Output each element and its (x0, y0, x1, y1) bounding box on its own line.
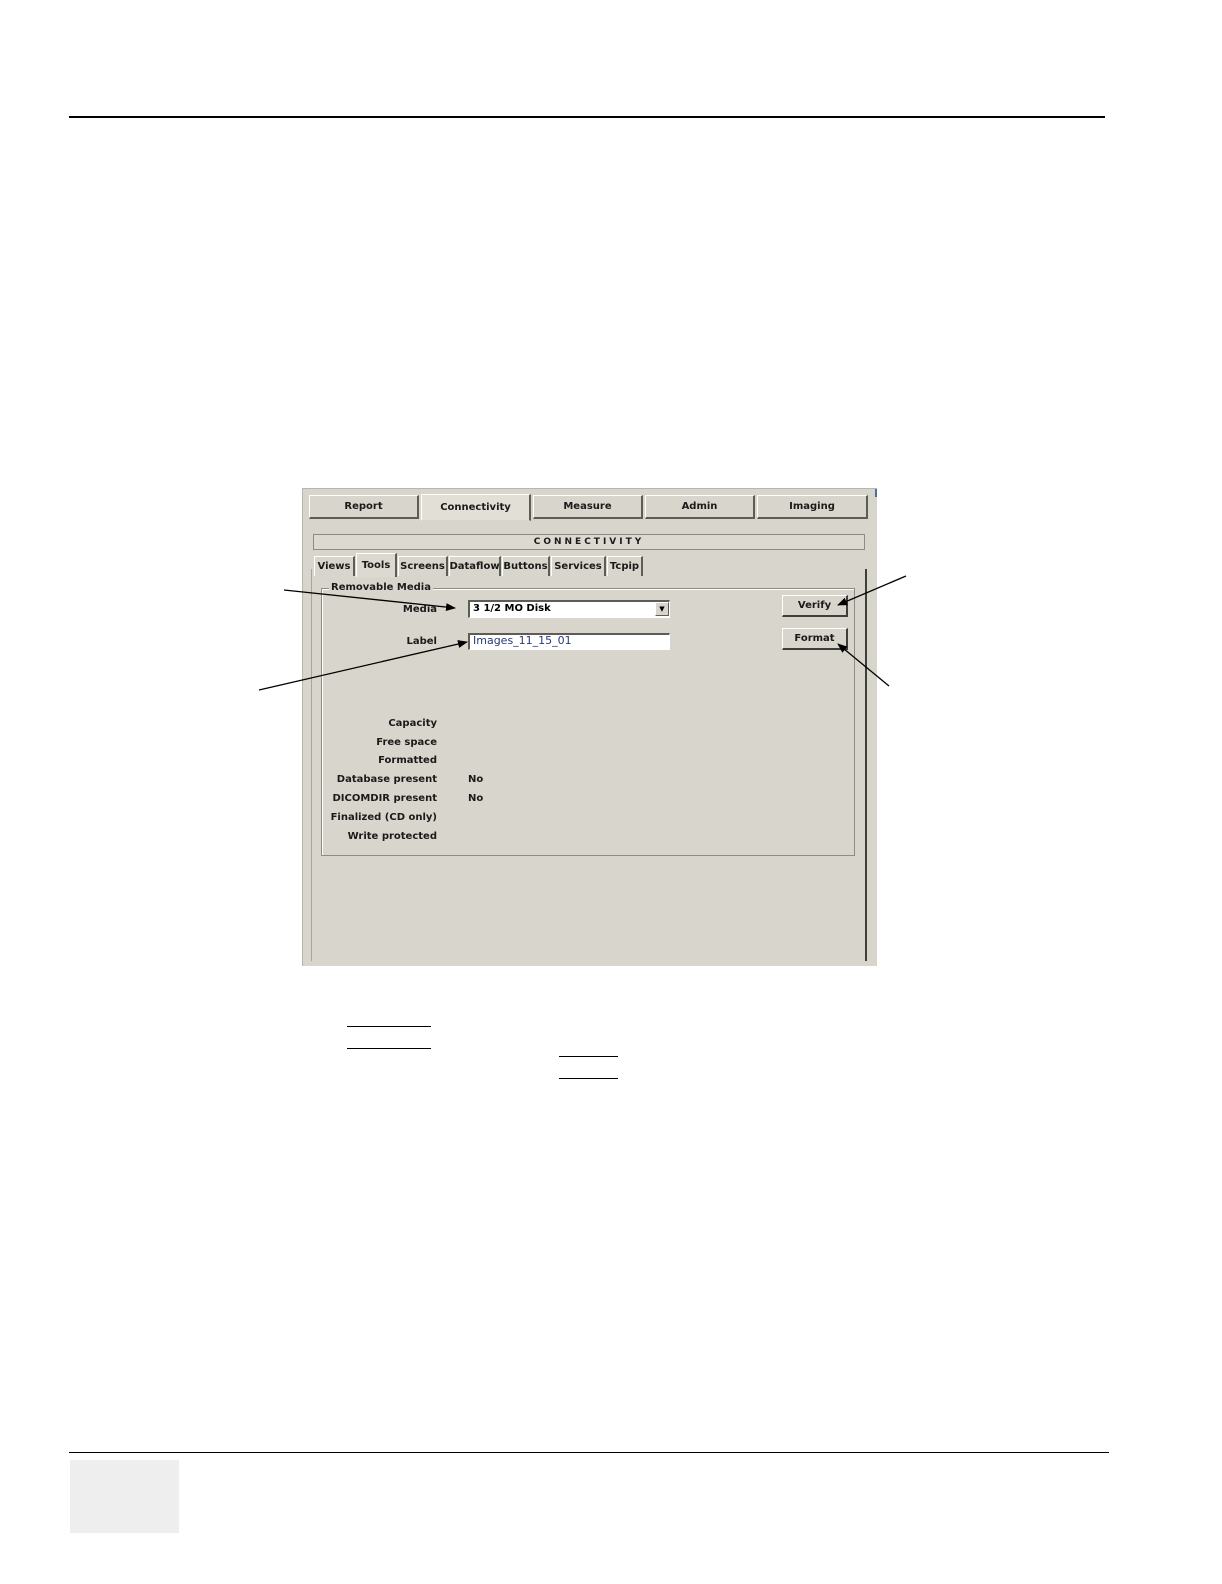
label-input[interactable]: Images_11_15_01 (468, 633, 670, 650)
tab-admin[interactable]: Admin (645, 495, 755, 519)
footer-gray-box (70, 1460, 179, 1533)
subtab-dataflow[interactable]: Dataflow (449, 556, 501, 576)
prop-free-space-label: Free space (376, 737, 437, 748)
footer-rule (69, 1452, 1109, 1453)
subtab-services[interactable]: Services (551, 556, 606, 576)
chevron-down-icon[interactable]: ▼ (655, 602, 669, 616)
blank-line-4 (559, 1078, 618, 1079)
tab-connectivity[interactable]: Connectivity (421, 494, 531, 521)
removable-media-title: Removable Media (329, 582, 433, 593)
tab-imaging[interactable]: Imaging (757, 495, 868, 519)
subtab-screens[interactable]: Screens (398, 556, 448, 576)
prop-database-present-value: No (468, 774, 484, 785)
prop-write-protected-label: Write protected (347, 831, 437, 842)
prop-finalized-label: Finalized (CD only) (330, 812, 437, 823)
prop-dicomdir-present-label: DICOMDIR present (332, 793, 437, 804)
subtab-tcpip[interactable]: Tcpip (607, 556, 643, 576)
prop-formatted-label: Formatted (378, 755, 437, 766)
prop-capacity-label: Capacity (388, 718, 437, 729)
section-title-bar: CONNECTIVITY (313, 534, 865, 550)
window-edge (875, 489, 877, 497)
panel-right-edge (865, 569, 867, 961)
subtab-views[interactable]: Views (314, 556, 355, 576)
tab-report[interactable]: Report (309, 495, 419, 519)
subtab-buttons[interactable]: Buttons (502, 556, 550, 576)
subtab-tools[interactable]: Tools (356, 553, 397, 577)
media-select[interactable]: 3 1/2 MO Disk ▼ (468, 600, 670, 618)
blank-line-3 (559, 1056, 618, 1057)
tab-measure[interactable]: Measure (533, 495, 643, 519)
blank-line-1 (347, 1026, 431, 1027)
prop-dicomdir-present-value: No (468, 793, 484, 804)
blank-line-2 (347, 1048, 431, 1049)
connectivity-tools-screenshot: Report Connectivity Measure Admin Imagin… (302, 488, 877, 966)
prop-database-present-label: Database present (336, 774, 437, 785)
media-select-value: 3 1/2 MO Disk (473, 603, 551, 614)
format-button[interactable]: Format (782, 628, 848, 650)
media-label: Media (402, 604, 437, 615)
verify-button[interactable]: Verify (782, 595, 848, 617)
label-label: Label (406, 636, 438, 647)
header-rule (69, 116, 1105, 118)
